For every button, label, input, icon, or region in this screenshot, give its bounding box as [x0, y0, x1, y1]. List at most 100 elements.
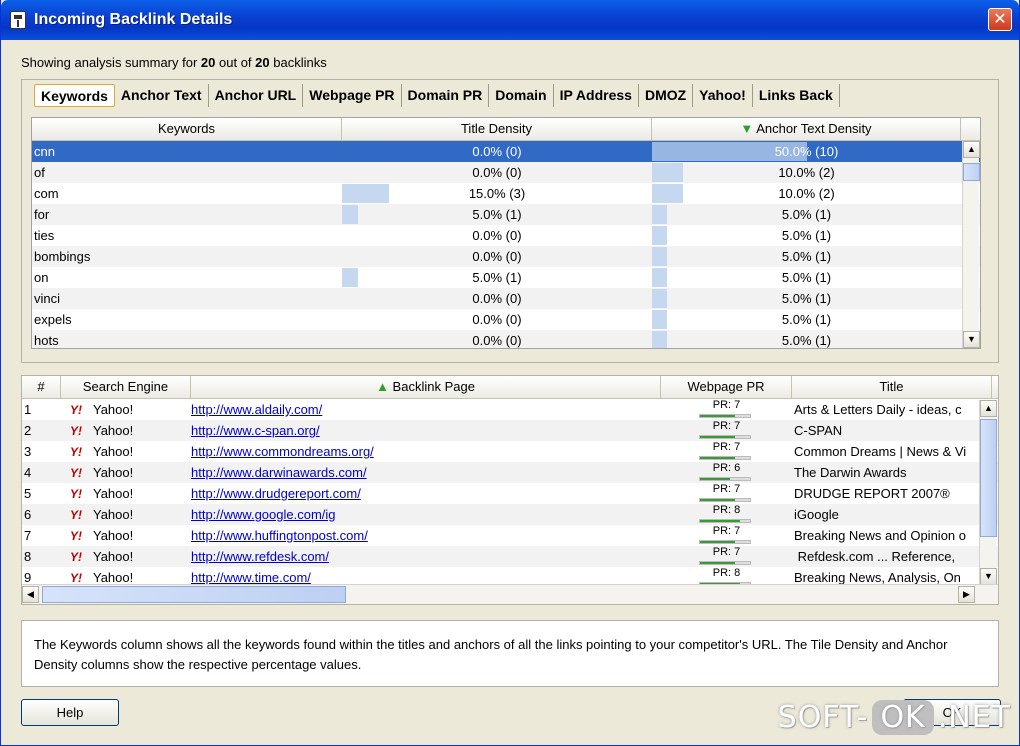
table-row[interactable]: 1 Y! Yahoo! http://www.aldaily.com/PR: 7 Art… — [22, 399, 998, 420]
table-row[interactable]: 2 Y! Yahoo! http://www.c-span.org/PR: 7 C-SP… — [22, 420, 998, 441]
table-row[interactable]: of 0.0% (0) 10.0% (2) — [32, 162, 980, 183]
search-engine-cell: Y! Yahoo! — [61, 525, 191, 546]
backlink-url-link[interactable]: http://www.c-span.org/ — [191, 423, 320, 438]
pr-label: PR: 8 — [712, 504, 741, 516]
search-engine-cell: Y! Yahoo! — [61, 399, 191, 420]
webpage-pr-cell: PR: 7 — [661, 399, 792, 420]
pr-bar — [699, 435, 751, 439]
scroll-thumb[interactable] — [42, 586, 346, 603]
keywords-vertical-scrollbar[interactable]: ▲ ▼ — [962, 141, 980, 348]
yahoo-y-icon: Y! — [70, 445, 82, 459]
column-header-anchor-text-density[interactable]: ▼ Anchor Text Density — [652, 118, 961, 140]
keyword-cell: for — [34, 207, 50, 222]
webpage-pr-cell: PR: 7 — [661, 420, 792, 441]
backlink-page-cell: http://www.aldaily.com/ — [191, 399, 661, 420]
sort-asc-icon: ▲ — [376, 379, 393, 394]
column-header-number[interactable]: # — [22, 376, 61, 398]
summary-total-count: 20 — [255, 55, 270, 70]
anchor-density-cell: 5.0% (1) — [652, 330, 961, 348]
density-value: 5.0% (1) — [472, 207, 522, 222]
column-header-backlink-page[interactable]: ▲ Backlink Page — [191, 376, 661, 398]
backlink-url-link[interactable]: http://www.commondreams.org/ — [191, 444, 374, 459]
column-header-keywords[interactable]: Keywords — [32, 118, 342, 140]
scroll-thumb[interactable] — [963, 163, 980, 181]
search-engine-name: Yahoo! — [93, 507, 134, 522]
scroll-down-icon[interactable]: ▼ — [980, 568, 997, 585]
backlinks-vertical-scrollbar[interactable]: ▲ ▼ — [979, 400, 997, 585]
column-header-label: Keywords — [157, 121, 216, 136]
table-row[interactable]: com 15.0% (3) 10.0% (2) — [32, 183, 980, 204]
tab-domain[interactable]: Domain — [489, 84, 554, 107]
tab-anchor-text[interactable]: Anchor Text — [115, 84, 209, 107]
table-row[interactable]: 7 Y! Yahoo! http://www.huffingtonpost.com/P… — [22, 525, 998, 546]
column-header-label: Title Density — [460, 121, 533, 136]
column-header-title[interactable]: Title — [792, 376, 992, 398]
backlink-page-cell: http://www.drudgereport.com/ — [191, 483, 661, 504]
table-row[interactable]: hots 0.0% (0) 5.0% (1) — [32, 330, 980, 348]
table-row[interactable]: 4 Y! Yahoo! http://www.darwinawards.com/PR:… — [22, 462, 998, 483]
table-row[interactable]: bombings 0.0% (0) 5.0% (1) — [32, 246, 980, 267]
backlink-url-link[interactable]: http://www.huffingtonpost.com/ — [191, 528, 368, 543]
anchor-density-cell: 10.0% (2) — [652, 183, 961, 204]
search-engine-cell: Y! Yahoo! — [61, 462, 191, 483]
pr-bar-fill — [700, 457, 735, 459]
tab-dmoz[interactable]: DMOZ — [639, 84, 694, 107]
scroll-thumb[interactable] — [980, 419, 997, 537]
table-row[interactable]: 6 Y! Yahoo! http://www.google.com/ig PR: 8 iG… — [22, 504, 998, 525]
page-title-cell: DRUDGE REPORT 2007® — [794, 486, 950, 501]
backlink-url-link[interactable]: http://www.darwinawards.com/ — [191, 465, 367, 480]
pr-bar-fill — [700, 520, 740, 522]
keyword-cell: vinci — [34, 291, 61, 306]
help-button[interactable]: Help — [21, 699, 119, 726]
backlink-url-link[interactable]: http://www.refdesk.com/ — [191, 549, 329, 564]
keyword-cell: bombings — [34, 249, 91, 264]
title-bar[interactable]: Incoming Backlink Details ✕ — [1, 0, 1019, 40]
backlink-url-link[interactable]: http://www.aldaily.com/ — [191, 402, 322, 417]
table-row[interactable]: for 5.0% (1) 5.0% (1) — [32, 204, 980, 225]
scroll-left-icon[interactable]: ◀ — [22, 586, 39, 603]
scroll-right-icon[interactable]: ▶ — [958, 586, 975, 603]
tab-yahoo[interactable]: Yahoo! — [693, 84, 753, 107]
table-row[interactable]: vinci 0.0% (0) 5.0% (1) — [32, 288, 980, 309]
table-row[interactable]: 8 Y! Yahoo! http://www.refdesk.com/PR: 7 Re… — [22, 546, 998, 567]
backlink-url-link[interactable]: http://www.drudgereport.com/ — [191, 486, 361, 501]
watermark-left: SOFT- — [777, 700, 869, 735]
yahoo-y-icon: Y! — [70, 529, 82, 543]
table-row[interactable]: 5 Y! Yahoo! http://www.drudgereport.com/PR:… — [22, 483, 998, 504]
page-title-cell: Breaking News and Opinion o — [794, 528, 966, 543]
close-button[interactable]: ✕ — [988, 8, 1012, 31]
table-row[interactable]: cnn 0.0% (0) 50.0% (10) — [32, 141, 980, 162]
density-bar — [652, 247, 668, 266]
table-row[interactable]: on 5.0% (1) 5.0% (1) — [32, 267, 980, 288]
keyword-cell: com — [34, 186, 59, 201]
density-bar — [652, 205, 668, 224]
column-header-search-engine[interactable]: Search Engine — [61, 376, 191, 398]
tab-webpage-pr[interactable]: Webpage PR — [303, 84, 402, 107]
table-row[interactable]: 3 Y! Yahoo! http://www.commondreams.org/PR:… — [22, 441, 998, 462]
column-header-label: Backlink Page — [392, 379, 475, 394]
tab-links-back[interactable]: Links Back — [753, 84, 840, 107]
density-bar — [342, 205, 358, 224]
backlink-url-link[interactable]: http://www.time.com/ — [191, 570, 311, 585]
backlinks-panel: # Search Engine ▲ Backlink Page Webpage PR T… — [21, 375, 999, 605]
title-density-cell: 0.0% (0) — [342, 225, 652, 246]
column-header-title-density[interactable]: Title Density — [342, 118, 652, 140]
pr-bar-fill — [700, 541, 735, 543]
backlink-url-link[interactable]: http://www.google.com/ig — [191, 507, 336, 522]
tab-ip-address[interactable]: IP Address — [554, 84, 639, 107]
scroll-up-icon[interactable]: ▲ — [963, 141, 980, 158]
tab-anchor-url[interactable]: Anchor URL — [209, 84, 304, 107]
tab-domain-pr[interactable]: Domain PR — [402, 84, 490, 107]
scroll-down-icon[interactable]: ▼ — [963, 331, 980, 348]
backlinks-horizontal-scrollbar[interactable]: ◀ ▶ — [22, 584, 998, 604]
backlink-page-cell: http://www.huffingtonpost.com/ — [191, 525, 661, 546]
table-row[interactable]: ties 0.0% (0) 5.0% (1) — [32, 225, 980, 246]
table-row[interactable]: expels 0.0% (0) 5.0% (1) — [32, 309, 980, 330]
title-density-cell: 5.0% (1) — [342, 204, 652, 225]
column-header-webpage-pr[interactable]: Webpage PR — [661, 376, 792, 398]
yahoo-y-icon: Y! — [70, 466, 82, 480]
density-bar — [652, 226, 668, 245]
density-value: 0.0% (0) — [472, 249, 522, 264]
scroll-up-icon[interactable]: ▲ — [980, 400, 997, 417]
tab-keywords[interactable]: Keywords — [34, 84, 115, 107]
